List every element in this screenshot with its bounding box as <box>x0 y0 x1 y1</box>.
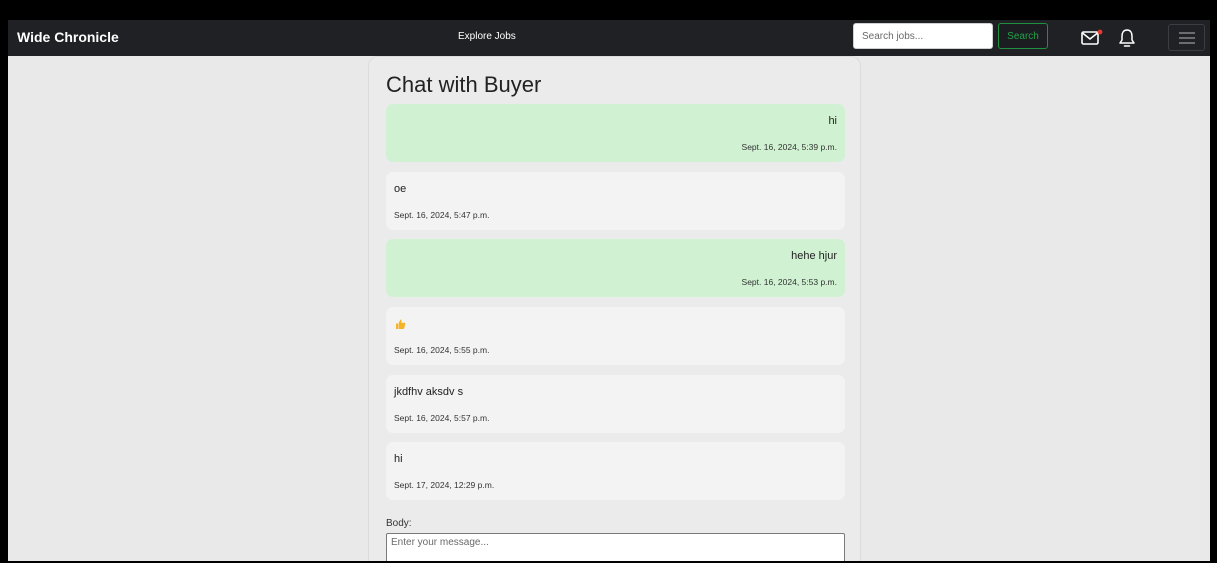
search-button[interactable]: Search <box>998 23 1048 49</box>
message-timestamp: Sept. 16, 2024, 5:39 p.m. <box>741 142 837 152</box>
message-emoji <box>394 318 837 333</box>
message-text: jkdfhv aksdv s <box>394 386 464 398</box>
message-timestamp: Sept. 16, 2024, 5:57 p.m. <box>394 413 490 423</box>
chat-message-received: hi Sept. 17, 2024, 12:29 p.m. <box>386 442 845 500</box>
chat-panel: Chat with Buyer hi Sept. 16, 2024, 5:39 … <box>368 56 861 561</box>
chat-message-sent: hehe hjur Sept. 16, 2024, 5:53 p.m. <box>386 239 845 297</box>
message-text: hi <box>394 453 403 465</box>
message-text: oe <box>394 183 407 195</box>
page-frame: Wide Chronicle Explore Jobs Search jobs.… <box>8 20 1210 561</box>
search-input[interactable] <box>853 23 993 49</box>
hamburger-menu-icon <box>1178 31 1195 44</box>
mail-icon[interactable] <box>1081 29 1103 47</box>
thumbs-up-icon <box>394 318 406 330</box>
message-text: hehe hjur <box>791 250 837 262</box>
chat-message-received: Sept. 16, 2024, 5:55 p.m. <box>386 307 845 365</box>
top-navbar: Wide Chronicle Explore Jobs Search <box>8 20 1210 56</box>
message-timestamp: Sept. 16, 2024, 5:47 p.m. <box>394 210 490 220</box>
message-timestamp: Sept. 16, 2024, 5:55 p.m. <box>394 345 490 355</box>
bell-icon[interactable] <box>1118 28 1136 48</box>
body-label: Body: <box>386 518 412 529</box>
message-body-input[interactable] <box>386 533 845 561</box>
hamburger-menu-button[interactable] <box>1168 24 1205 51</box>
message-timestamp: Sept. 17, 2024, 12:29 p.m. <box>394 480 495 490</box>
chat-message-received: jkdfhv aksdv s Sept. 16, 2024, 5:57 p.m. <box>386 375 845 433</box>
message-timestamp: Sept. 16, 2024, 5:53 p.m. <box>741 277 837 287</box>
explore-jobs-link[interactable]: Explore Jobs <box>458 31 516 42</box>
chat-message-sent: hi Sept. 16, 2024, 5:39 p.m. <box>386 104 845 162</box>
page-title: Chat with Buyer <box>386 72 542 97</box>
message-text: hi <box>828 115 837 127</box>
brand-logo[interactable]: Wide Chronicle <box>17 29 119 45</box>
notification-dot <box>1097 29 1103 35</box>
chat-message-received: oe Sept. 16, 2024, 5:47 p.m. <box>386 172 845 230</box>
